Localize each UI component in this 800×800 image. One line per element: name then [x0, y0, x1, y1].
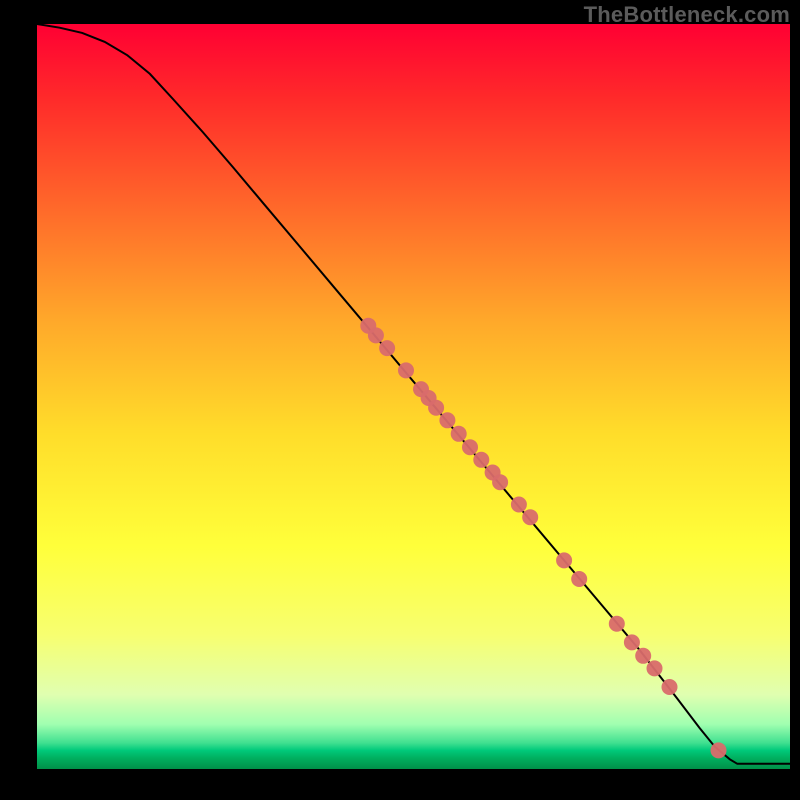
- data-point: [428, 400, 444, 416]
- chart-svg: [0, 0, 800, 800]
- data-point: [368, 327, 384, 343]
- data-point: [462, 439, 478, 455]
- data-point: [647, 660, 663, 676]
- data-point: [522, 509, 538, 525]
- data-point: [492, 474, 508, 490]
- data-point: [451, 426, 467, 442]
- data-point: [609, 616, 625, 632]
- data-point: [662, 679, 678, 695]
- watermark-text: TheBottleneck.com: [584, 2, 790, 28]
- data-point: [511, 497, 527, 513]
- plot-background: [37, 24, 790, 769]
- data-point: [711, 742, 727, 758]
- data-point: [556, 552, 572, 568]
- data-point: [624, 634, 640, 650]
- data-point: [379, 340, 395, 356]
- data-point: [473, 452, 489, 468]
- chart-container: TheBottleneck.com: [0, 0, 800, 800]
- data-point: [398, 362, 414, 378]
- data-point: [635, 648, 651, 664]
- data-point: [439, 412, 455, 428]
- data-point: [571, 571, 587, 587]
